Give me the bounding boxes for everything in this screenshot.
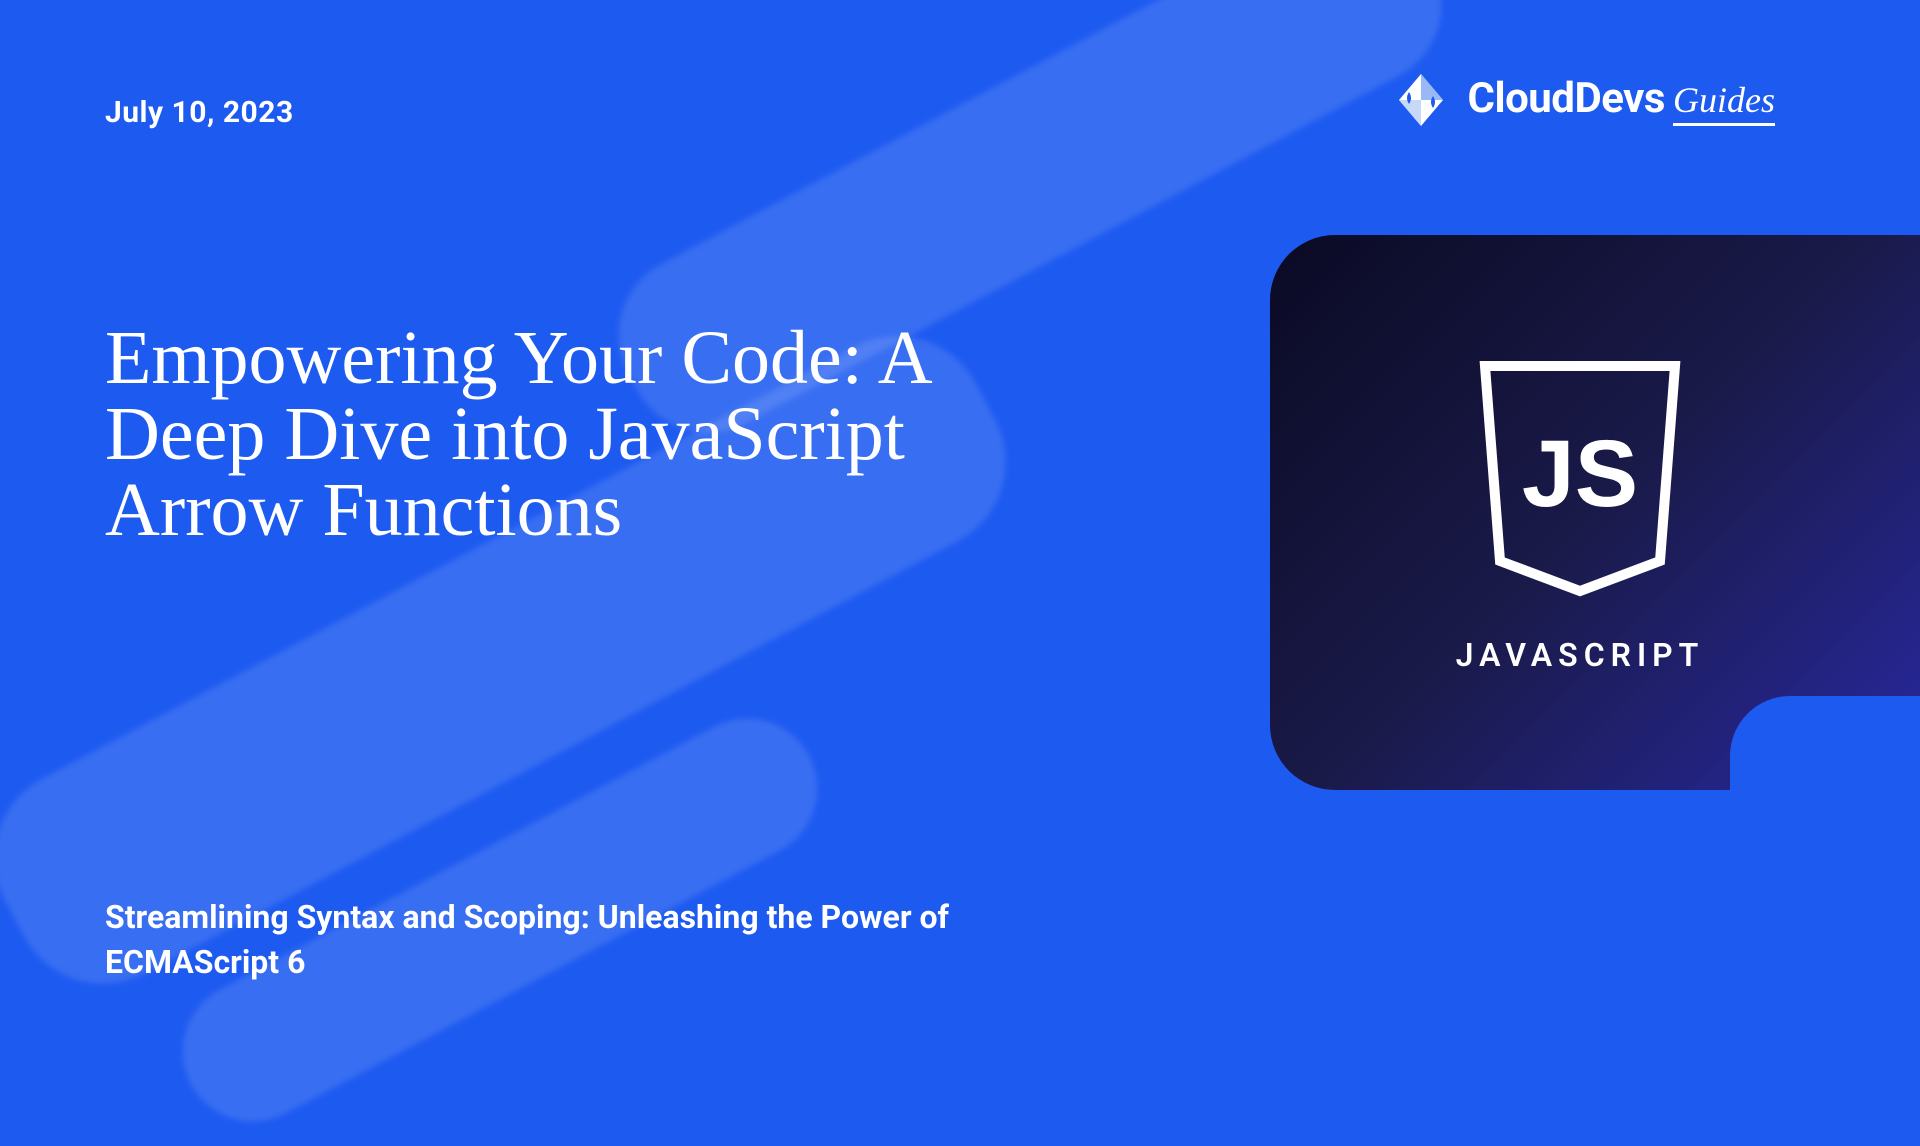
brand-suffix: Guides — [1673, 79, 1775, 126]
brand-text: CloudDevs Guides — [1467, 74, 1775, 126]
page-subtitle: Streamlining Syntax and Scoping: Unleash… — [105, 895, 1025, 985]
shield-text: JS — [1522, 421, 1638, 527]
javascript-shield-icon: JS — [1465, 351, 1695, 606]
brand-name: CloudDevs — [1467, 74, 1665, 123]
page-title: Empowering Your Code: A Deep Dive into J… — [105, 320, 1005, 548]
card-notch — [1730, 696, 1920, 791]
javascript-card: JS JAVASCRIPT — [1270, 235, 1920, 790]
brand-logo-container: CloudDevs Guides — [1391, 70, 1775, 130]
clouddevs-icon — [1391, 70, 1451, 130]
publish-date: July 10, 2023 — [105, 95, 294, 130]
javascript-label: JAVASCRIPT — [1456, 636, 1705, 674]
